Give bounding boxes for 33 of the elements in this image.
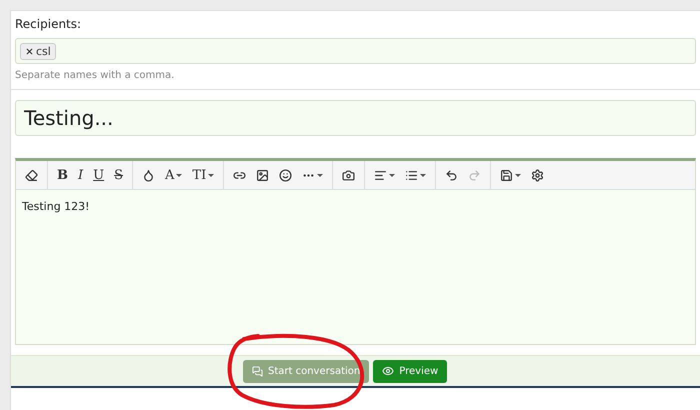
droplet-icon (142, 168, 156, 182)
bold-button[interactable]: B (52, 163, 73, 187)
caret-icon (515, 174, 522, 176)
recipients-label: Recipients: (15, 17, 82, 31)
chat-icon (252, 366, 263, 376)
remove-icon[interactable] (25, 46, 34, 56)
settings-icon (531, 168, 544, 182)
eraser-icon (25, 168, 38, 182)
eye-icon (382, 365, 394, 377)
underline-button[interactable]: U (88, 163, 110, 187)
list-icon (405, 168, 418, 182)
save-icon (500, 168, 514, 182)
font-size-button[interactable]: TI (187, 163, 220, 187)
caret-icon (389, 174, 396, 176)
caret-icon (420, 174, 426, 176)
font-button[interactable]: A (160, 163, 188, 187)
image-icon (256, 168, 270, 182)
caret-icon (208, 174, 214, 176)
recipients-field[interactable]: csl (15, 38, 696, 64)
redo-icon (468, 168, 482, 182)
recipients-hint: Separate names with a comma. (15, 70, 176, 81)
preview-button[interactable]: Preview (373, 360, 448, 382)
camera-icon (342, 168, 356, 182)
smiley-icon (279, 168, 292, 182)
message-editor[interactable]: Testing 123! (16, 190, 695, 344)
recipient-token[interactable]: csl (20, 42, 56, 60)
italic-button[interactable]: I (73, 163, 88, 187)
align-left-icon (374, 168, 388, 182)
title-field[interactable]: Testing... (15, 100, 696, 136)
caret-icon (176, 174, 182, 176)
caret-icon (317, 174, 324, 176)
undo-icon (445, 168, 458, 182)
strikethrough-button[interactable]: S (109, 163, 128, 187)
